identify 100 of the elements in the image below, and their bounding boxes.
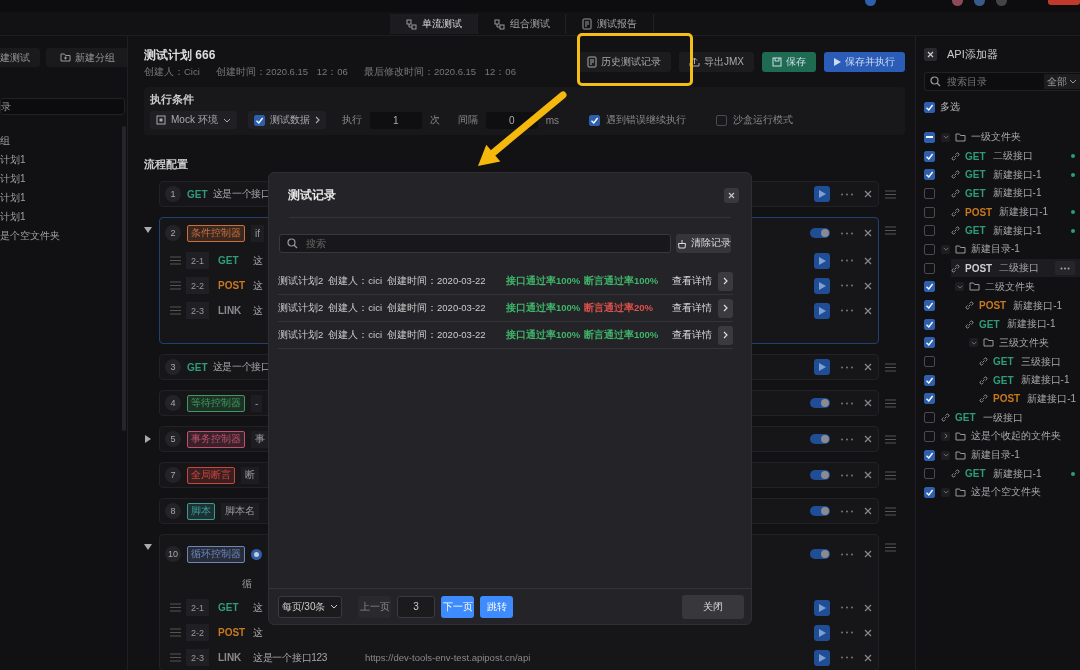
drag-handle-icon[interactable]: [885, 362, 896, 372]
detail-button[interactable]: [718, 325, 733, 345]
page-size-dropdown[interactable]: 每页/30条: [278, 595, 342, 618]
detail-link[interactable]: 查看详情: [672, 274, 712, 288]
checkbox[interactable]: [924, 243, 935, 255]
close-icon[interactable]: [864, 306, 872, 315]
new-test-button[interactable]: 建测试: [0, 48, 40, 67]
checkbox[interactable]: [924, 281, 935, 293]
drag-handle-icon[interactable]: [170, 628, 181, 637]
more-icon[interactable]: [840, 192, 854, 196]
close-icon[interactable]: [864, 471, 872, 479]
checkbox[interactable]: [924, 318, 935, 330]
toggle-switch[interactable]: [810, 398, 830, 408]
caret-button[interactable]: [941, 132, 950, 142]
checkbox[interactable]: [924, 300, 935, 312]
export-button[interactable]: 导出JMX: [679, 52, 754, 72]
more-icon[interactable]: [840, 552, 854, 556]
caret-button[interactable]: [955, 282, 964, 292]
close-icon[interactable]: [864, 653, 872, 662]
caret-button[interactable]: [969, 338, 978, 348]
checkbox[interactable]: [924, 449, 935, 461]
more-button[interactable]: [1055, 261, 1075, 276]
checkbox[interactable]: [924, 393, 935, 405]
toggle-switch[interactable]: [810, 506, 830, 516]
more-icon[interactable]: [840, 309, 854, 312]
drag-handle-icon[interactable]: [885, 470, 896, 480]
toggle-switch[interactable]: [810, 434, 830, 444]
drag-handle-icon[interactable]: [885, 189, 896, 199]
tab[interactable]: 测试报告: [566, 14, 654, 34]
tree-item[interactable]: 计划1: [0, 188, 127, 207]
checkbox[interactable]: [924, 187, 935, 199]
more-icon[interactable]: [840, 259, 854, 262]
more-icon[interactable]: [840, 656, 854, 659]
search-field[interactable]: 录: [0, 98, 125, 115]
checkbox[interactable]: [924, 374, 935, 386]
drag-handle-icon[interactable]: [170, 603, 181, 612]
checkbox[interactable]: [716, 114, 727, 126]
close-icon[interactable]: [864, 363, 872, 371]
more-icon[interactable]: [840, 401, 854, 405]
close-icon[interactable]: [864, 229, 872, 237]
toggle-switch[interactable]: [810, 228, 830, 238]
checkbox[interactable]: [924, 225, 935, 237]
caret-button[interactable]: [941, 487, 950, 497]
caret-button[interactable]: [941, 431, 950, 441]
checkbox[interactable]: [924, 101, 935, 113]
clear-records-button[interactable]: 清除记录: [676, 234, 731, 253]
expand-triangle-icon[interactable]: [144, 226, 152, 234]
drag-handle-icon[interactable]: [170, 256, 181, 265]
more-icon[interactable]: [840, 284, 854, 287]
detail-button[interactable]: [718, 298, 733, 318]
drag-handle-icon[interactable]: [885, 398, 896, 408]
close-icon[interactable]: [864, 550, 872, 558]
checkbox[interactable]: [924, 131, 935, 143]
checkbox[interactable]: [924, 150, 935, 162]
run-button[interactable]: [814, 277, 830, 294]
tree-item[interactable]: 组: [0, 131, 127, 150]
run-button[interactable]: [814, 186, 830, 202]
expand-triangle-icon[interactable]: [144, 543, 152, 551]
checkbox[interactable]: [924, 412, 935, 424]
drag-handle-icon[interactable]: [170, 306, 181, 315]
run-button[interactable]: 保存并执行: [824, 52, 905, 72]
drag-handle-icon[interactable]: [885, 225, 896, 235]
run-button[interactable]: [814, 624, 830, 641]
more-icon[interactable]: [840, 437, 854, 441]
close-button[interactable]: [924, 47, 937, 61]
drag-handle-icon[interactable]: [170, 653, 181, 662]
history-button[interactable]: 历史测试记录: [577, 52, 671, 72]
run-button[interactable]: [814, 302, 830, 319]
tree-row[interactable]: POST 二级接口: [951, 259, 1080, 278]
more-icon[interactable]: [840, 365, 854, 369]
close-icon[interactable]: [864, 281, 872, 290]
tab[interactable]: 组合测试: [478, 14, 566, 34]
run-button[interactable]: [814, 252, 830, 269]
checkbox[interactable]: [924, 169, 935, 181]
radio-button[interactable]: [251, 548, 262, 560]
more-icon[interactable]: [840, 473, 854, 477]
tree-item[interactable]: 计划1: [0, 207, 127, 226]
run-button[interactable]: [814, 599, 830, 616]
close-icon[interactable]: [864, 190, 872, 198]
close-dialog-button[interactable]: 关闭: [682, 594, 744, 619]
toggle-switch[interactable]: [810, 549, 830, 559]
environment-dropdown[interactable]: Mock 环境: [150, 111, 237, 129]
more-icon[interactable]: [840, 231, 854, 235]
tab[interactable]: 单流测试: [390, 14, 478, 34]
checkbox[interactable]: [924, 262, 935, 274]
checkbox[interactable]: [924, 430, 935, 442]
more-icon[interactable]: [840, 631, 854, 634]
drag-handle-icon[interactable]: [885, 542, 896, 552]
caret-button[interactable]: [941, 244, 950, 254]
filter-dropdown[interactable]: 全部: [1044, 74, 1080, 89]
close-icon[interactable]: [864, 399, 872, 407]
checkbox[interactable]: [924, 486, 935, 498]
toggle-switch[interactable]: [810, 470, 830, 480]
expand-triangle-icon[interactable]: [144, 435, 152, 443]
drag-handle-icon[interactable]: [885, 506, 896, 516]
caret-button[interactable]: [941, 450, 950, 460]
checkbox[interactable]: [253, 114, 265, 126]
tree-item[interactable]: 是个空文件夹: [0, 226, 127, 245]
run-button[interactable]: [814, 359, 830, 375]
checkbox[interactable]: [924, 337, 935, 349]
